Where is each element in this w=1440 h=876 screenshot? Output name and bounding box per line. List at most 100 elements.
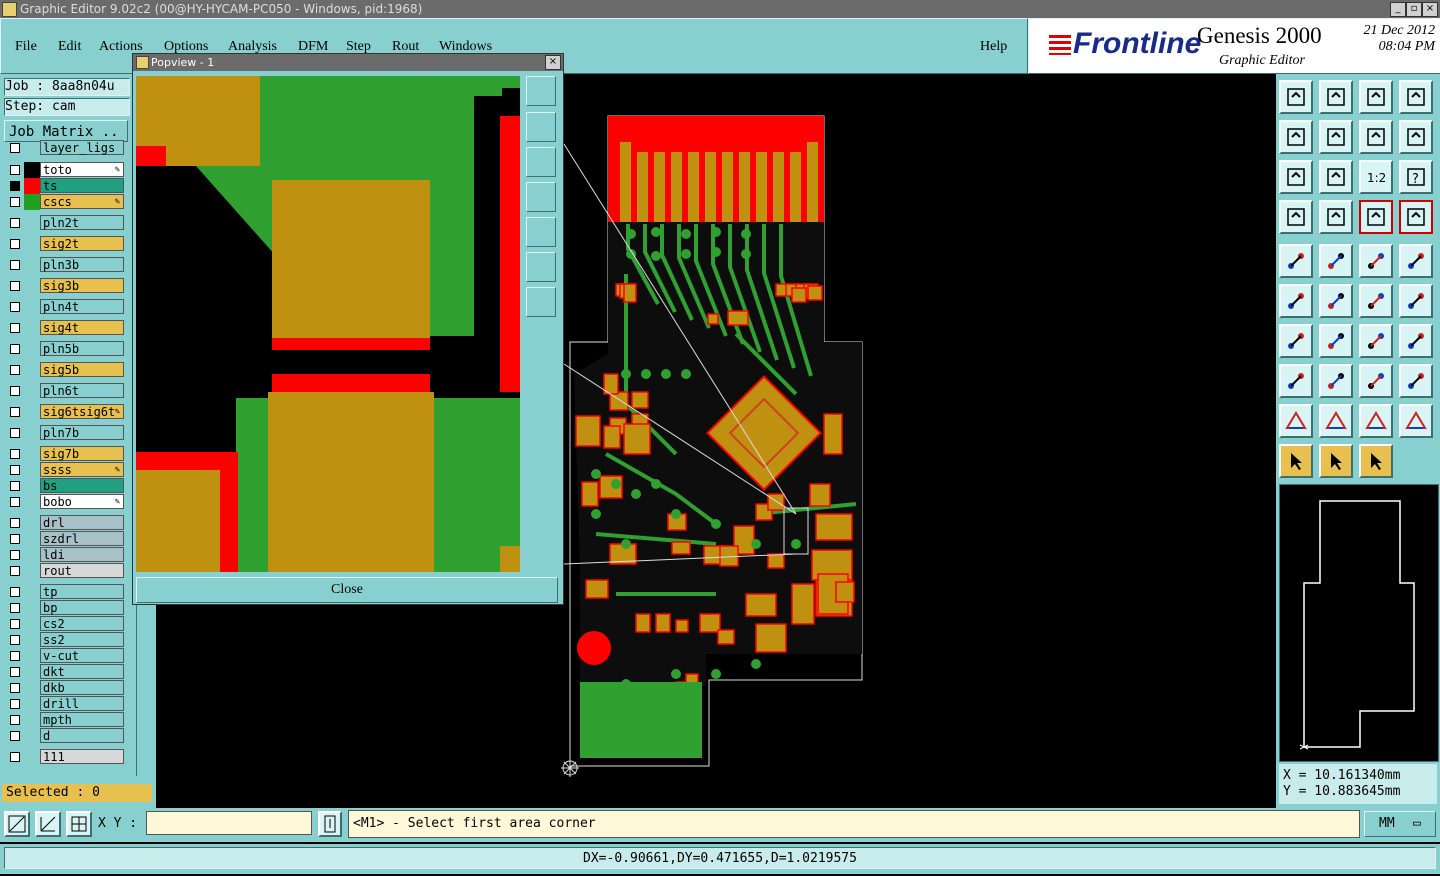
help-icon[interactable]: ? [1399, 160, 1433, 194]
text-icon[interactable] [1399, 324, 1433, 358]
layer-row-sig2t[interactable]: sig2t [6, 236, 126, 252]
layer-checkbox[interactable] [10, 752, 20, 762]
angle-mode-icon[interactable] [35, 811, 61, 837]
layer-row-tp[interactable]: tp [6, 584, 126, 600]
popview-down-icon[interactable] [526, 147, 556, 177]
pan-right-icon[interactable] [1319, 120, 1353, 154]
zoom-down-icon[interactable] [1319, 80, 1353, 114]
popview-left-icon[interactable] [526, 182, 556, 212]
layer-name[interactable]: cscs ✎ [40, 194, 124, 209]
layer-checkbox[interactable] [10, 218, 20, 228]
layer-name[interactable]: sig7b [40, 446, 124, 461]
layer-name[interactable]: pln6t [40, 383, 124, 398]
job-matrix-button[interactable]: Job Matrix .. [4, 120, 128, 142]
pan-reverse-icon[interactable] [1399, 120, 1433, 154]
poly-icon[interactable] [1319, 404, 1353, 438]
layer-checkbox[interactable] [10, 428, 20, 438]
popview-center-icon[interactable] [526, 287, 556, 317]
layer-row-drl[interactable]: drl [6, 515, 126, 531]
layer-name[interactable]: dkt [40, 664, 124, 679]
layer-row-dkb[interactable]: dkb [6, 680, 126, 696]
pan-left-icon[interactable] [1279, 120, 1313, 154]
layer-name[interactable]: pln2t [40, 215, 124, 230]
layer-row-ss2[interactable]: ss2 [6, 632, 126, 648]
layer-checkbox[interactable] [10, 239, 20, 249]
layer-name[interactable]: pln7b [40, 425, 124, 440]
fit-icon[interactable] [1279, 160, 1313, 194]
layer-name[interactable]: sig6tsig6t ✎ [40, 404, 124, 419]
popview-right-icon[interactable] [526, 217, 556, 247]
layer-display-red-icon[interactable] [1399, 200, 1433, 234]
layer-row-bs[interactable]: bs [6, 478, 126, 494]
circle-icon[interactable] [1399, 244, 1433, 278]
layer-name[interactable]: dkb [40, 680, 124, 695]
layer-name[interactable]: pln4t [40, 299, 124, 314]
layer-checkbox[interactable] [10, 465, 20, 475]
layer-display-icon[interactable] [1359, 200, 1393, 234]
ratio-1-2-icon[interactable]: 1:2 [1359, 160, 1393, 194]
layer-name[interactable]: tp [40, 584, 124, 599]
layer-checkbox[interactable] [10, 651, 20, 661]
window-icon[interactable] [1399, 80, 1433, 114]
overview-map[interactable] [1279, 484, 1439, 762]
select-icon[interactable] [1279, 444, 1313, 478]
layer-row-sig5b[interactable]: sig5b [6, 362, 126, 378]
layer-name[interactable]: sig5b [40, 362, 124, 377]
layer-row-pln2t[interactable]: pln2t [6, 215, 126, 231]
layer-row-rout[interactable]: rout [6, 563, 126, 579]
layer-row-ldi[interactable]: ldi [6, 547, 126, 563]
arrow-icon[interactable] [1359, 404, 1393, 438]
cross-icon[interactable] [1319, 244, 1353, 278]
pad-icon[interactable] [1279, 364, 1313, 398]
layer-name[interactable]: d [40, 728, 124, 743]
layer-checkbox[interactable] [10, 260, 20, 270]
layer-name[interactable]: bp [40, 600, 124, 615]
layer-row-d[interactable]: d [6, 728, 126, 744]
layer-name[interactable]: drl [40, 515, 124, 530]
layer-name[interactable]: ldi [40, 547, 124, 562]
menu-help[interactable]: Help [980, 39, 1007, 55]
layer-checkbox[interactable] [10, 699, 20, 709]
layer-name[interactable]: szdrl [40, 531, 124, 546]
layer-row-drill[interactable]: drill [6, 696, 126, 712]
layer-name[interactable]: bobo ✎ [40, 494, 124, 509]
tree-icon[interactable] [1359, 444, 1393, 478]
layer-row-dkt[interactable]: dkt [6, 664, 126, 680]
layer-row-pln4t[interactable]: pln4t [6, 299, 126, 315]
xy-input[interactable] [146, 811, 312, 835]
layer-checkbox[interactable] [10, 386, 20, 396]
layer-checkbox[interactable] [10, 197, 20, 207]
layer-color-swatch[interactable] [24, 162, 40, 178]
layer-checkbox[interactable] [10, 449, 20, 459]
layer-name[interactable]: rout [40, 563, 124, 578]
layer-row-layer_ligs[interactable]: layer_ligs [6, 140, 126, 156]
angle-icon[interactable] [1279, 324, 1313, 358]
tools-icon[interactable] [1279, 200, 1313, 234]
layer-row-szdrl[interactable]: szdrl [6, 531, 126, 547]
ruler-icon[interactable] [1359, 244, 1393, 278]
layer-checkbox[interactable] [10, 587, 20, 597]
layer-row-bo[interactable]: bobo ✎ [6, 494, 126, 510]
snap-mode-icon[interactable] [4, 811, 30, 837]
layer-checkbox[interactable] [10, 603, 20, 613]
popview-zoom-icon[interactable] [526, 76, 556, 106]
menu-edit[interactable]: Edit [58, 39, 81, 55]
execute-icon[interactable] [318, 811, 342, 837]
layer-row-pln3b[interactable]: pln3b [6, 257, 126, 273]
zoom-up-icon[interactable] [1279, 80, 1313, 114]
layer-row-ts[interactable]: ts [6, 178, 126, 194]
layer-checkbox[interactable] [10, 481, 20, 491]
layer-checkbox[interactable] [10, 344, 20, 354]
units-select[interactable]: MM ▭ [1364, 811, 1436, 837]
layer-checkbox[interactable] [10, 323, 20, 333]
copy-icon[interactable] [1399, 284, 1433, 318]
layer-color-swatch[interactable] [24, 194, 40, 210]
layer-checkbox[interactable] [10, 731, 20, 741]
minus-icon[interactable] [1319, 364, 1353, 398]
layer-checkbox[interactable] [10, 715, 20, 725]
cursor-icon[interactable] [1319, 444, 1353, 478]
layer-row-sig6t[interactable]: sig6tsig6t ✎ [6, 404, 126, 420]
layer-row-cs2[interactable]: cs2 [6, 616, 126, 632]
layer-name[interactable]: sig3b [40, 278, 124, 293]
move-icon[interactable] [1359, 284, 1393, 318]
